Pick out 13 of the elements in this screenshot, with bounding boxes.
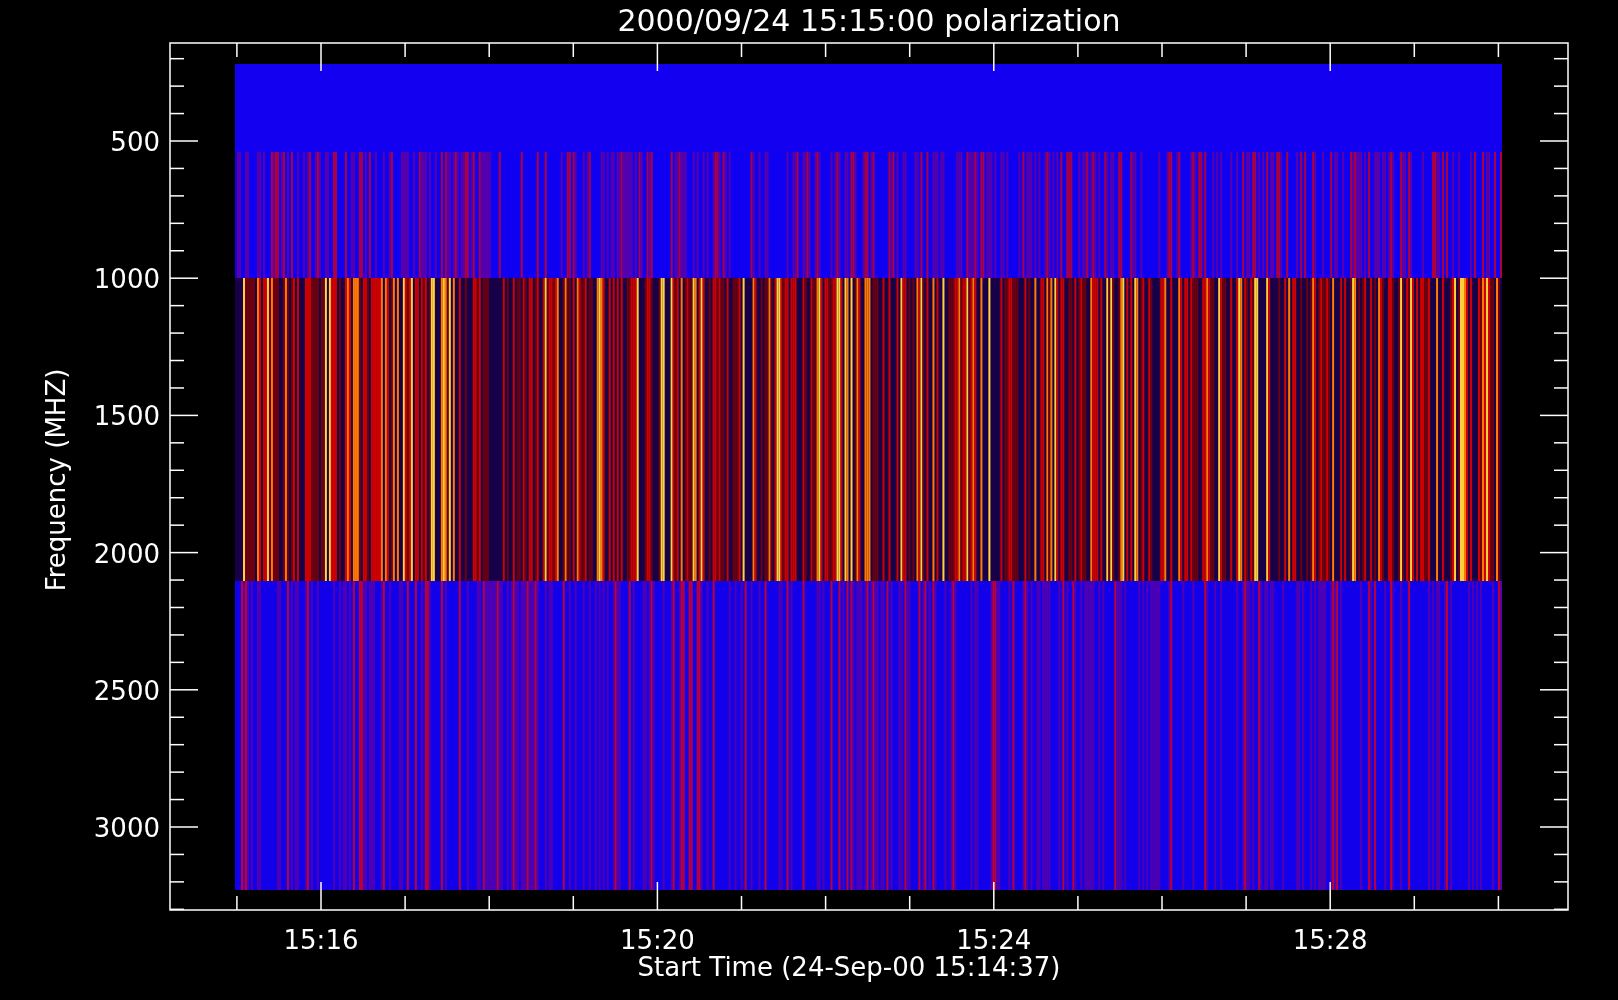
y-tick-label: 2000 — [93, 538, 160, 569]
y-axis-label: Frequency (MHZ) — [41, 368, 71, 592]
y-tick-label: 1000 — [93, 264, 160, 295]
y-tick-label: 2500 — [93, 675, 160, 706]
x-tick-label: 15:28 — [1292, 925, 1368, 955]
x-tick-label: 15:16 — [283, 925, 359, 955]
plot-title: 2000/09/24 15:15:00 polarization — [617, 3, 1121, 38]
x-axis-label: Start Time (24-Sep-00 15:14:37) — [637, 952, 1061, 982]
x-tick-label: 15:20 — [619, 925, 695, 955]
y-tick-label: 3000 — [93, 813, 160, 843]
y-tick-label: 500 — [110, 127, 160, 157]
x-tick-label: 15:24 — [956, 925, 1032, 955]
y-tick-label: 1500 — [93, 401, 160, 432]
